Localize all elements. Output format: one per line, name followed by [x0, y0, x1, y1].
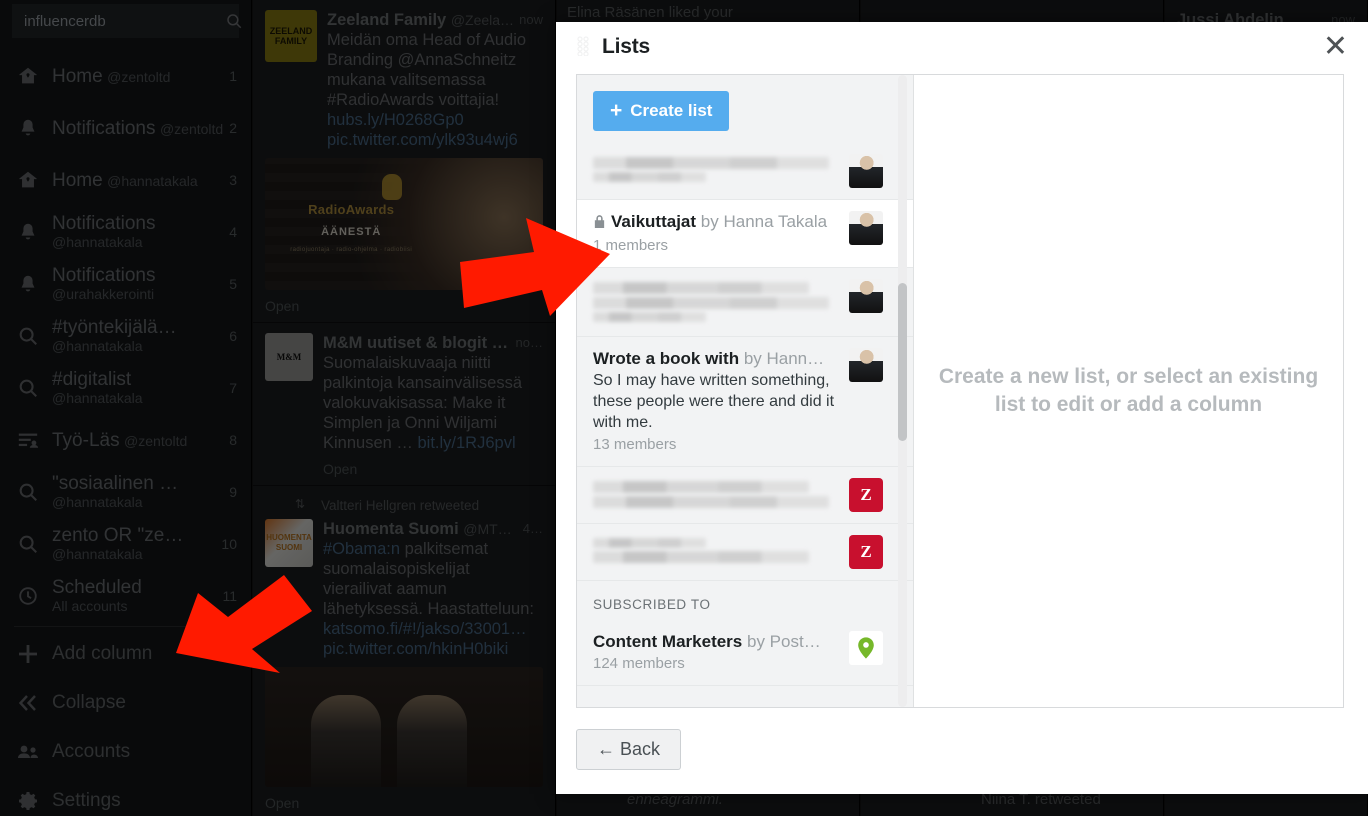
subscribed-to-header: SUBSCRIBED TO [577, 581, 913, 620]
list-item[interactable]: Z [577, 467, 913, 524]
list-member-count: 13 members [593, 436, 677, 453]
list-item-content-marketers[interactable]: Content Marketers by Post… 124 members [577, 620, 913, 686]
list-item-title-row: Vaikuttajat by Hanna Takala [593, 211, 839, 234]
avatar-badge-z: Z [849, 535, 883, 569]
list-item-title-row: Wrote a book with by Hann… [593, 348, 839, 369]
scrollbar-thumb[interactable] [898, 283, 907, 441]
close-icon[interactable]: ✕ [1321, 32, 1350, 62]
detail-placeholder-text: Create a new list, or select an existing… [938, 365, 1319, 416]
lock-icon [593, 213, 606, 234]
redacted-line [593, 157, 830, 169]
redacted-line [593, 282, 810, 294]
list-name: Vaikuttajat [611, 212, 697, 231]
list-detail-pane: Create a new list, or select an existing… [914, 75, 1343, 707]
redacted-line [593, 297, 830, 309]
redacted-line [593, 481, 810, 493]
create-list-label: Create list [630, 101, 713, 120]
list-name: Content Marketers [593, 632, 743, 651]
grip-icon [576, 36, 592, 58]
avatar [849, 279, 883, 313]
page-title: Lists [602, 35, 651, 58]
redacted-line [593, 312, 707, 322]
list-item-redacted [593, 478, 849, 512]
list-item-wrote-a-book-with[interactable]: Wrote a book with by Hann… So I may have… [577, 337, 913, 467]
list-item[interactable] [577, 143, 913, 200]
avatar-pin-icon [849, 631, 883, 665]
list-item-redacted [593, 535, 849, 569]
create-list-button[interactable]: + Create list [593, 91, 730, 131]
list-member-count: 1 members [593, 237, 669, 254]
list-owner: by Post… [747, 632, 821, 651]
list-name: Wrote a book with [593, 349, 740, 368]
avatar [849, 348, 883, 382]
plus-icon: + [610, 99, 623, 122]
modal-header: Lists ✕ [556, 22, 1368, 72]
list-owner: by Hanna Takala [700, 212, 828, 231]
list-item-redacted [593, 279, 849, 325]
screen: ZEELAND FAMILY now Zeeland Family @Zeela… [0, 0, 1368, 816]
create-list-wrap: + Create list [577, 75, 913, 143]
redacted-line [593, 551, 810, 563]
list-item[interactable]: Z [577, 524, 913, 581]
lists-modal: Lists ✕ + Create list Vaikuttajat by Han… [556, 22, 1368, 794]
list-item-vaikuttajat[interactable]: Vaikuttajat by Hanna Takala 1 members [577, 200, 913, 268]
redacted-line [593, 538, 707, 548]
list-item[interactable] [577, 268, 913, 337]
lists-scrollbar[interactable] [898, 75, 907, 707]
lists-pane: + Create list Vaikuttajat by Hanna Takal… [577, 75, 914, 707]
back-button[interactable]: ← Back [576, 729, 682, 770]
list-owner: by Hann… [743, 349, 825, 368]
redacted-line [593, 496, 830, 508]
list-item-title-row: Content Marketers by Post… [593, 631, 839, 652]
redacted-line [593, 172, 707, 182]
list-item-redacted [593, 154, 849, 188]
avatar-badge-z: Z [849, 478, 883, 512]
avatar [849, 211, 883, 245]
modal-body: + Create list Vaikuttajat by Hanna Takal… [576, 74, 1344, 708]
modal-footer: ← Back [576, 729, 682, 770]
list-member-count: 124 members [593, 655, 685, 672]
avatar [849, 154, 883, 188]
lists-scroll-area[interactable]: Vaikuttajat by Hanna Takala 1 members Wr… [577, 143, 913, 707]
list-description: So I may have written something, these p… [593, 372, 835, 431]
